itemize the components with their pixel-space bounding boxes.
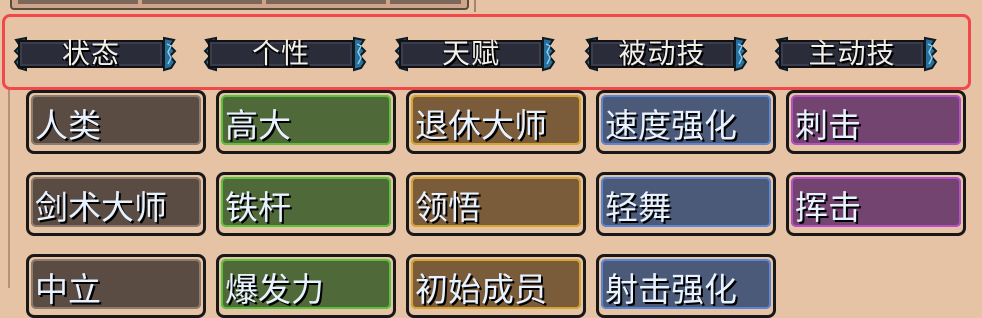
trait-button[interactable]: 爆发力: [216, 254, 396, 318]
trait-label: 中立: [35, 270, 101, 309]
tab-right-cap-icon: [541, 36, 557, 72]
tab-right-cap-icon: [352, 36, 368, 72]
tab-personality[interactable]: 个性: [203, 36, 368, 72]
trait-button[interactable]: 人类: [26, 90, 206, 154]
tab-label: 主动技: [808, 37, 896, 70]
trait-label: 初始成员: [415, 270, 547, 309]
tab-status[interactable]: 状态: [13, 36, 178, 72]
trait-label: 刺击: [795, 106, 861, 145]
trait-button[interactable]: 铁杆: [216, 172, 396, 236]
top-panel-edge: [10, 0, 469, 10]
tab-active[interactable]: 主动技: [774, 36, 939, 72]
tab-right-cap-icon: [733, 36, 749, 72]
trait-label: 人类: [35, 106, 101, 145]
panel-divider: [474, 0, 476, 12]
tab-passive[interactable]: 被动技: [584, 36, 749, 72]
trait-label: 爆发力: [225, 270, 324, 309]
trait-button[interactable]: 轻舞: [596, 172, 776, 236]
tab-talent[interactable]: 天赋: [394, 36, 557, 72]
trait-button[interactable]: 初始成员: [406, 254, 586, 318]
tab-label: 状态: [61, 37, 120, 70]
trait-button[interactable]: 刺击: [786, 90, 966, 154]
trait-button[interactable]: 射击强化: [596, 254, 776, 318]
tab-right-cap-icon: [162, 36, 178, 72]
trait-label: 挥击: [795, 188, 861, 227]
trait-button[interactable]: 退休大师: [406, 90, 586, 154]
tab-label: 个性: [251, 37, 310, 70]
trait-label: 轻舞: [605, 188, 671, 227]
trait-button[interactable]: 高大: [216, 90, 396, 154]
trait-label: 高大: [225, 106, 291, 145]
trait-label: 速度强化: [605, 106, 737, 145]
trait-button[interactable]: 速度强化: [596, 90, 776, 154]
tab-right-cap-icon: [923, 36, 939, 72]
tab-label: 天赋: [441, 37, 500, 70]
trait-label: 剑术大师: [35, 188, 167, 227]
trait-button[interactable]: 挥击: [786, 172, 966, 236]
trait-button[interactable]: 剑术大师: [26, 172, 206, 236]
trait-label: 射击强化: [605, 270, 737, 309]
trait-button[interactable]: 中立: [26, 254, 206, 318]
trait-label: 铁杆: [225, 188, 291, 227]
trait-button[interactable]: 领悟: [406, 172, 586, 236]
trait-label: 领悟: [415, 188, 481, 227]
panel-side-border: [8, 90, 10, 288]
tab-label: 被动技: [618, 37, 706, 70]
trait-label: 退休大师: [415, 106, 547, 145]
